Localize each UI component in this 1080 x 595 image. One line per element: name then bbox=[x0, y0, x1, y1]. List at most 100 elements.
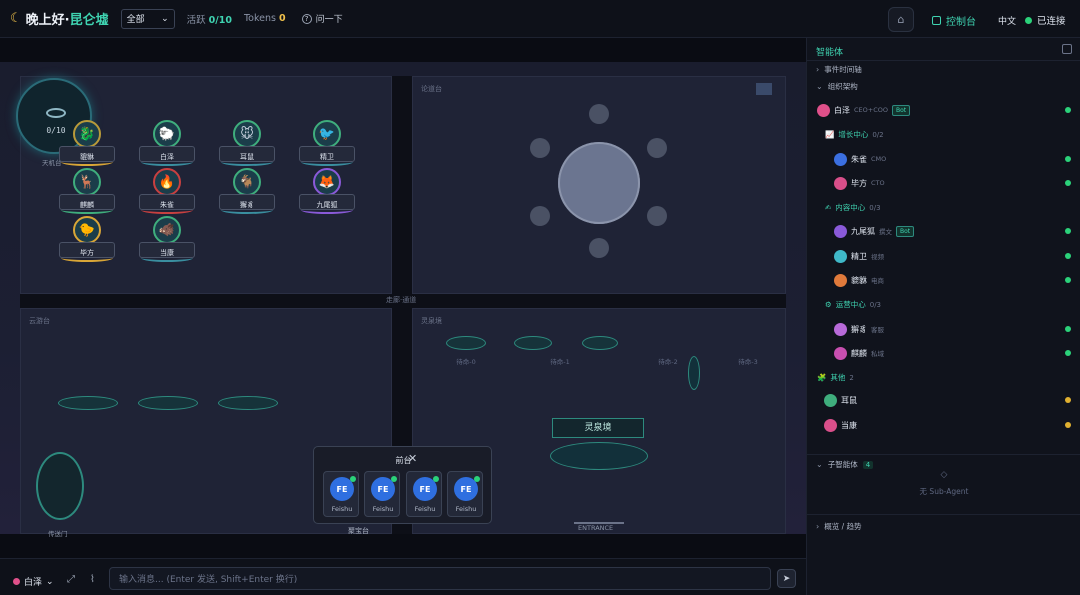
feishu-card[interactable]: FE Feishu bbox=[364, 471, 400, 517]
close-icon[interactable]: ✕ bbox=[408, 452, 417, 465]
agent-jingwei[interactable]: 🐦 精卫 bbox=[299, 120, 355, 172]
agent-row-jingwei[interactable]: 精卫 视频 bbox=[834, 248, 884, 264]
pod bbox=[446, 336, 486, 350]
group-other[interactable]: 🧩 其他 2 bbox=[817, 372, 854, 383]
pen-icon: ✍ bbox=[825, 203, 832, 212]
agent-zhuque[interactable]: 🔥 朱雀 bbox=[139, 168, 195, 220]
send-button[interactable]: ➤ bbox=[777, 569, 796, 588]
agent-row-name: 毕方 bbox=[851, 178, 867, 188]
cloud-label: 云游台 bbox=[29, 317, 50, 325]
agent-row-name: 白泽 bbox=[834, 105, 850, 115]
chevron-down-icon: ⌄ bbox=[46, 576, 54, 587]
sub-agent-section[interactable]: ⌄ 子智能体 4 bbox=[816, 459, 874, 470]
sub-agent-count: 4 bbox=[862, 460, 874, 469]
connection-status: 已连接 bbox=[1025, 13, 1066, 27]
spring-label: 灵泉境 bbox=[421, 317, 442, 325]
moon-icon: ☾ bbox=[10, 11, 22, 26]
agent-selector[interactable]: 白泽 ⌄ bbox=[13, 575, 54, 588]
org-label: 组织架构 bbox=[827, 82, 858, 91]
card-label: Feishu bbox=[455, 505, 477, 513]
avatar bbox=[824, 418, 837, 432]
active-label: 活跃 bbox=[186, 14, 206, 26]
agent-glow bbox=[61, 206, 113, 214]
group-growth[interactable]: 📈 增长中心 0/2 bbox=[825, 129, 884, 140]
agent-row-role: CMO bbox=[871, 155, 887, 163]
collapse-panel-icon[interactable] bbox=[1062, 44, 1072, 54]
agent-bifang[interactable]: 🐤 毕方 bbox=[59, 216, 115, 268]
agent-pixiu[interactable]: 🐉 貔貅 bbox=[59, 120, 115, 172]
console-button[interactable]: 控制台 bbox=[932, 13, 976, 28]
timeline-label: 事件时间轴 bbox=[824, 65, 862, 74]
group-content[interactable]: ✍ 内容中心 0/3 bbox=[825, 202, 881, 213]
agent-qilin[interactable]: 🦌 麒麟 bbox=[59, 168, 115, 220]
agent-row-jiuweihu[interactable]: 九尾狐 撰文 Bot bbox=[834, 223, 915, 239]
chevron-down-icon: ⌄ bbox=[816, 460, 823, 469]
agent-selector-label: 白泽 bbox=[24, 578, 43, 588]
filter-select[interactable]: 全部 ⌄ bbox=[120, 8, 175, 29]
avatar bbox=[834, 273, 847, 287]
chevron-down-icon: ⌄ bbox=[816, 82, 823, 91]
active-stat: 活跃 0/10 bbox=[187, 12, 232, 26]
portal[interactable] bbox=[36, 452, 84, 520]
agent-row-zhuque[interactable]: 朱雀 CMO bbox=[834, 151, 886, 167]
gear-icon: ⚙ bbox=[825, 300, 832, 309]
divider bbox=[807, 60, 1080, 61]
group-ops[interactable]: ⚙ 运营中心 0/3 bbox=[825, 299, 881, 310]
status-dot bbox=[1065, 156, 1071, 162]
feishu-card[interactable]: FE Feishu bbox=[323, 471, 359, 517]
entrance-mat bbox=[574, 510, 624, 524]
front-desk-popup: 前台 ✕ FE Feishu FE Feishu FE Feishu FE Feishu bbox=[313, 446, 492, 524]
avatar bbox=[817, 103, 830, 117]
agent-dangkang[interactable]: 🐗 当康 bbox=[139, 216, 195, 268]
ask-button[interactable]: ? 问一下 bbox=[301, 12, 343, 25]
puzzle-icon: 🧩 bbox=[817, 373, 827, 382]
jingwei-icon: 🐦 bbox=[313, 120, 341, 148]
robot-icon: ⌂ bbox=[897, 13, 905, 26]
robot-button[interactable]: ⌂ bbox=[888, 7, 914, 32]
language-toggle[interactable]: 中文 bbox=[998, 14, 1016, 27]
agent-row-bifang[interactable]: 毕方 CTO bbox=[834, 175, 885, 191]
agent-baize[interactable]: 🐑 白泽 bbox=[139, 120, 195, 172]
forum-label: 论道台 bbox=[421, 85, 442, 93]
question-icon: ? bbox=[301, 13, 312, 24]
group-name: 增长中心 bbox=[838, 130, 869, 139]
treasure-label: 聚宝台 bbox=[348, 527, 369, 535]
agent-row-qilin[interactable]: 麒麟 私域 bbox=[834, 345, 884, 361]
status-dot bbox=[1065, 228, 1071, 234]
group-name: 其他 bbox=[830, 373, 846, 382]
org-section[interactable]: ⌄ 组织架构 bbox=[816, 81, 858, 92]
agent-row-name: 麒麟 bbox=[851, 348, 867, 358]
group-count: 0/3 bbox=[869, 203, 881, 212]
expand-icon[interactable]: ⤢ bbox=[67, 574, 75, 585]
agent-sidebar: 智能体 › 事件时间轴 ⌄ 组织架构 白泽 CEO+COO Bot 📈 增长中心 0/2… bbox=[806, 38, 1080, 595]
chair bbox=[589, 238, 609, 258]
tokens-stat: Tokens 0 bbox=[244, 13, 286, 24]
group-count: 0/2 bbox=[872, 130, 884, 139]
agent-ershu[interactable]: 🐭 耳鼠 bbox=[219, 120, 275, 172]
front-desk-title: 前台 bbox=[395, 456, 412, 465]
agent-row-name: 耳鼠 bbox=[841, 395, 857, 405]
avatar bbox=[824, 393, 837, 407]
message-input[interactable]: 输入消息... (Enter 发送, Shift+Enter 换行) bbox=[109, 567, 771, 590]
sub-agent-label: 子智能体 bbox=[827, 460, 858, 469]
agent-row-dangkang[interactable]: 当康 bbox=[824, 417, 857, 433]
agent-row-xiezhi[interactable]: 獬豸 客服 bbox=[834, 321, 884, 337]
agent-jiuweihu[interactable]: 🦊 九尾狐 bbox=[299, 168, 355, 220]
status-dot bbox=[1065, 397, 1071, 403]
agent-xiezhi[interactable]: 🐐 獬豸 bbox=[219, 168, 275, 220]
agent-row-ershu[interactable]: 耳鼠 bbox=[824, 392, 857, 408]
eye-icon bbox=[46, 108, 66, 118]
attach-icon[interactable]: ⌇ bbox=[90, 574, 95, 585]
feishu-card[interactable]: FE Feishu bbox=[447, 471, 483, 517]
bot-badge: Bot bbox=[891, 104, 911, 116]
agent-row-baize[interactable]: 白泽 CEO+COO Bot bbox=[817, 102, 911, 118]
timeline-section[interactable]: › 事件时间轴 bbox=[816, 64, 862, 75]
pod bbox=[218, 396, 278, 410]
agent-row-pixiu[interactable]: 貔貅 电商 bbox=[834, 272, 884, 288]
group-count: 0/3 bbox=[869, 300, 881, 309]
overview-section[interactable]: › 概览 / 趋势 bbox=[816, 521, 862, 532]
overview-label: 概览 / 趋势 bbox=[824, 522, 862, 531]
feishu-card[interactable]: FE Feishu bbox=[406, 471, 442, 517]
chair bbox=[530, 138, 550, 158]
group-name: 运营中心 bbox=[835, 300, 866, 309]
